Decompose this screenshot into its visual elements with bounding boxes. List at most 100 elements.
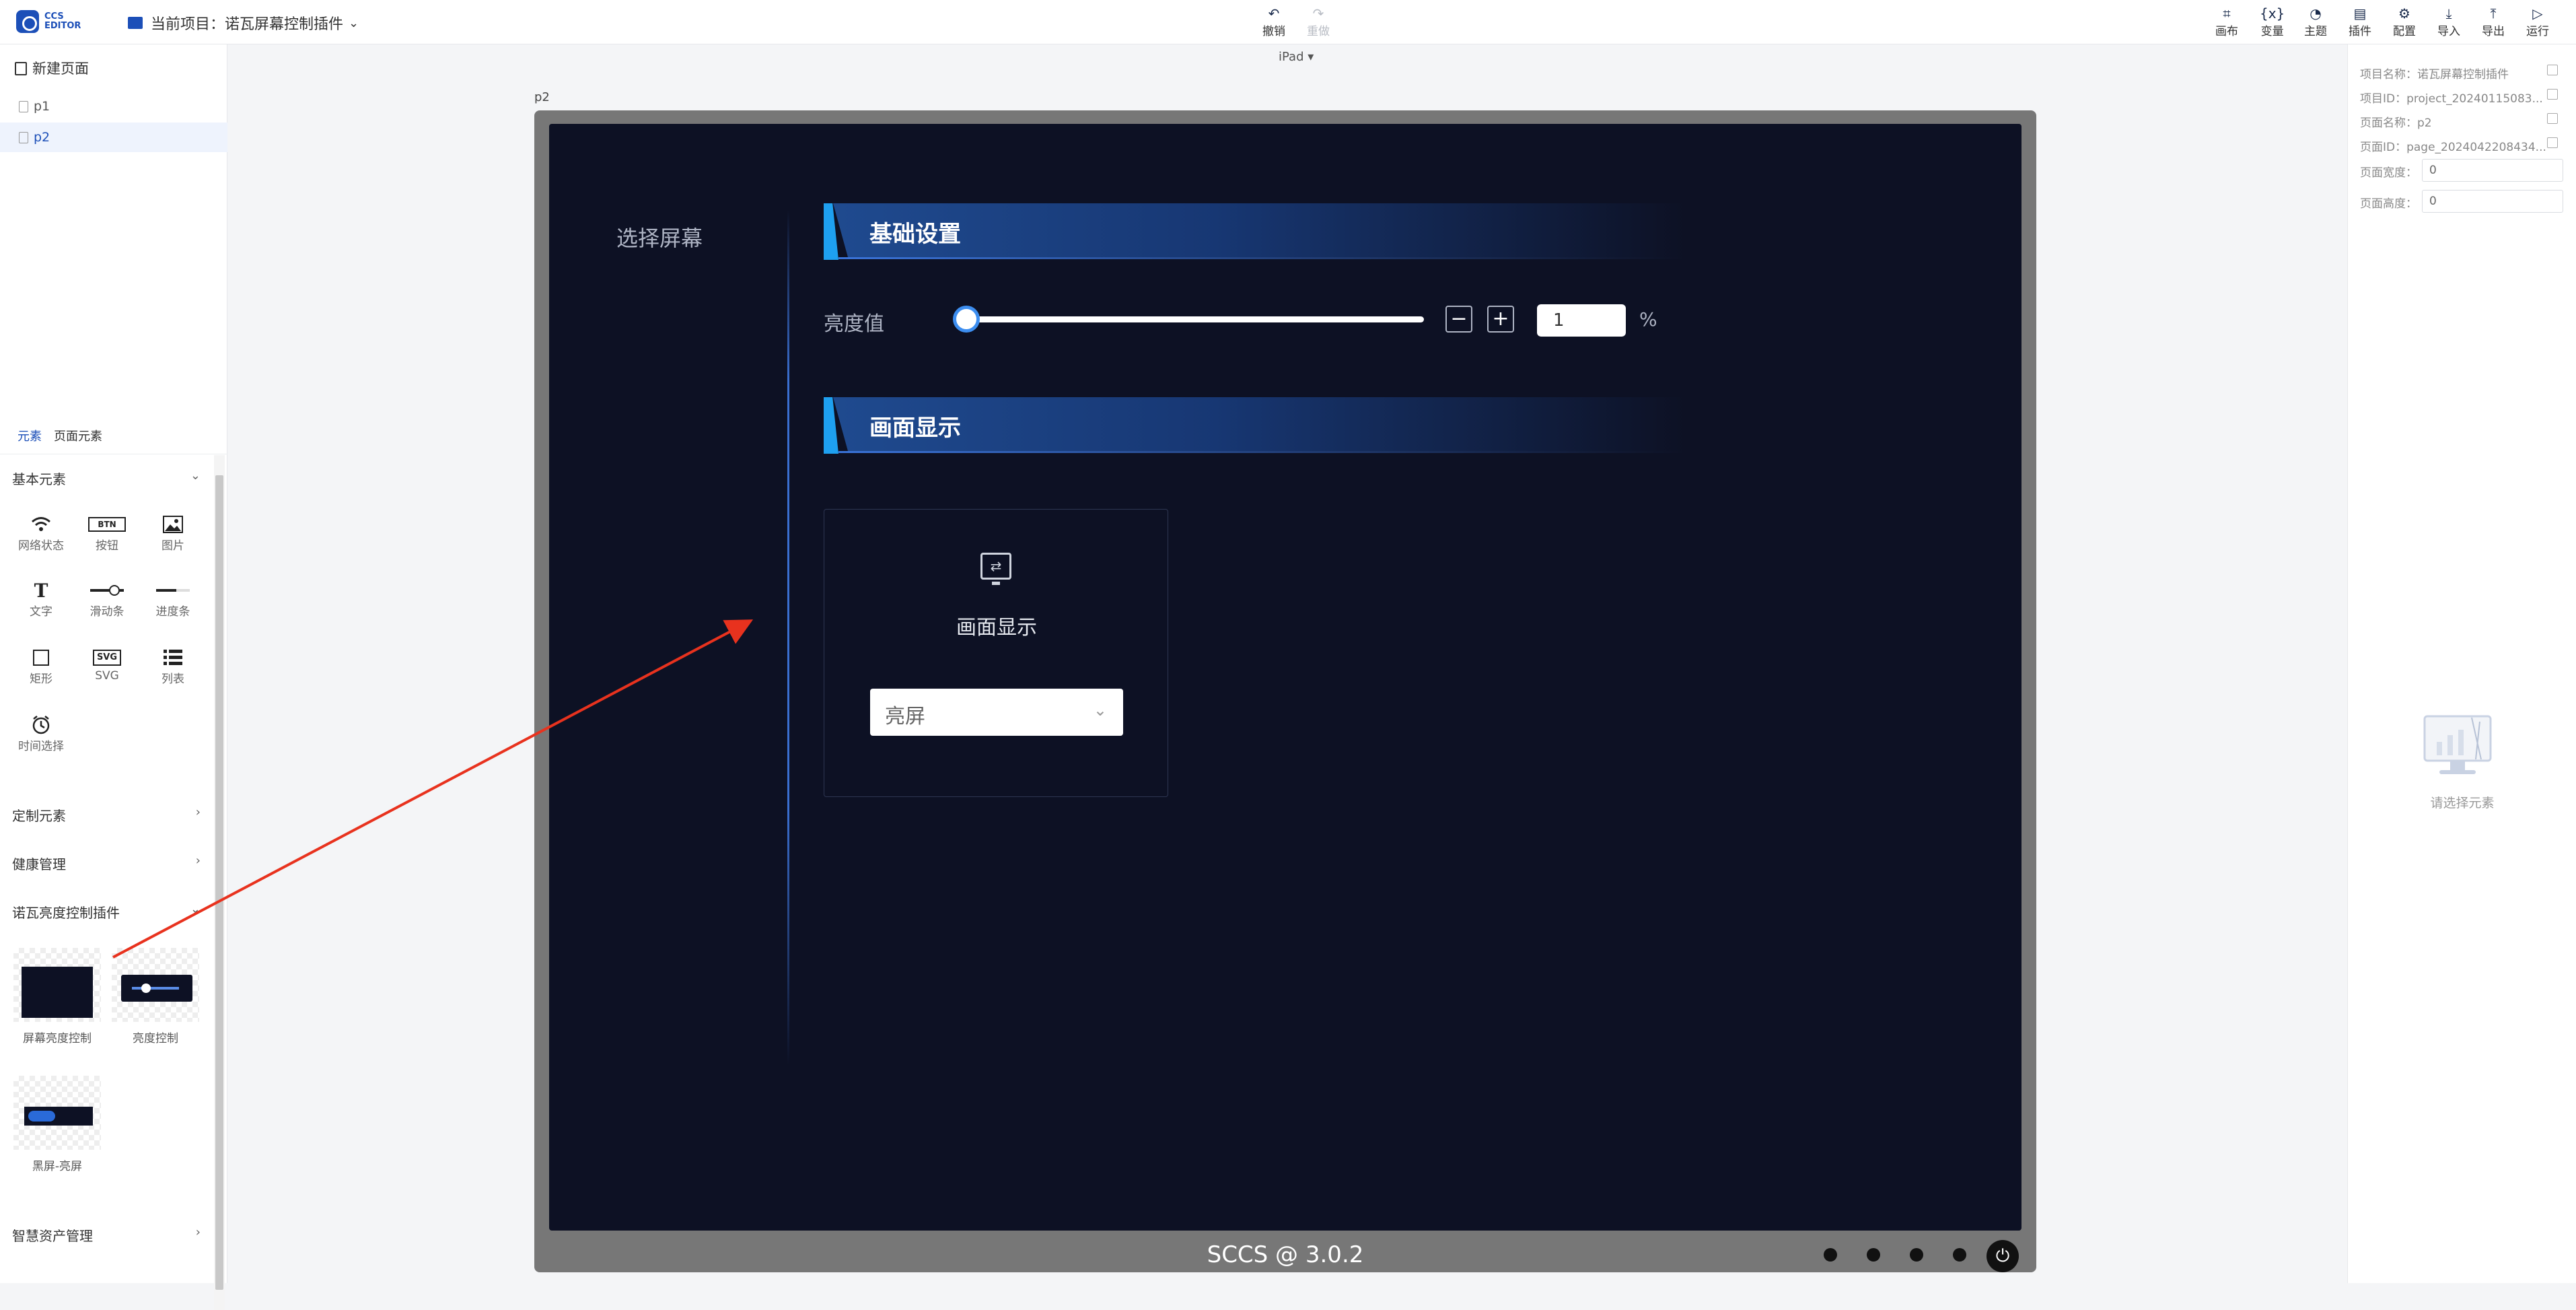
plugin-black-bright[interactable]: 黑屏-亮屏 <box>13 1076 101 1173</box>
plugin-label: 屏幕亮度控制 <box>23 1032 92 1045</box>
list-icon <box>143 646 203 669</box>
plugin-thumbnail <box>13 948 101 1022</box>
device-dot <box>1824 1248 1837 1262</box>
copy-icon[interactable] <box>2547 65 2558 75</box>
run-label: 运行 <box>2526 25 2549 38</box>
redo-button[interactable]: ↷ 重做 <box>1307 5 1330 38</box>
canvas-label: 画布 <box>2215 25 2238 38</box>
brightness-input[interactable]: 1 <box>1537 304 1626 337</box>
element-slider[interactable]: 滑动条 <box>77 579 137 619</box>
group-custom-elements[interactable]: 定制元素 › <box>12 805 201 825</box>
variables-button[interactable]: {x} 变量 <box>2260 5 2285 38</box>
empty-state-text: 请选择元素 <box>2430 796 2495 811</box>
caret-down-icon: ▾ <box>1308 50 1314 64</box>
power-icon[interactable]: ⏻ <box>1987 1240 2019 1272</box>
run-button[interactable]: ▷ 运行 <box>2526 5 2549 38</box>
element-label: SVG <box>95 669 119 683</box>
brightness-slider-track[interactable] <box>966 316 1424 322</box>
project-label: 当前项目：诺瓦屏幕控制插件 <box>151 16 344 33</box>
group-smart-assets[interactable]: 智慧资产管理 › <box>12 1225 201 1245</box>
undo-button[interactable]: ↶ 撤销 <box>1262 5 1285 38</box>
page-width-input[interactable]: 0 <box>2422 159 2563 182</box>
section-title: 画面显示 <box>869 415 961 442</box>
page-item-p2[interactable]: p2 <box>0 123 227 152</box>
chevron-down-icon: ⌄ <box>1093 701 1107 720</box>
element-label: 进度条 <box>155 605 190 619</box>
ipad-frame: 选择屏幕 基础设置 亮度值 − + 1 % 画面显示 ⇄ 画面显示 亮屏 ⌄ S… <box>534 110 2036 1272</box>
brightness-plus-button[interactable]: + <box>1487 306 1514 333</box>
page-name-prop: 页面名称：p2 <box>2360 116 2432 130</box>
palette-icon: ◔ <box>2310 5 2322 22</box>
new-page-button[interactable]: 新建页面 <box>15 58 89 78</box>
project-selector[interactable]: 当前项目：诺瓦屏幕控制插件 ⌄ <box>128 12 359 34</box>
brightness-minus-button[interactable]: − <box>1445 306 1472 333</box>
svg-glyph: SVG <box>92 650 122 666</box>
tab-page-elements[interactable]: 页面元素 <box>54 429 102 444</box>
element-label: 列表 <box>162 673 184 686</box>
tab-elements[interactable]: 元素 <box>17 429 42 444</box>
theme-button[interactable]: ◔ 主题 <box>2304 5 2327 38</box>
logo-line-2: EDITOR <box>44 21 81 31</box>
theme-label: 主题 <box>2304 25 2327 38</box>
plugins-button[interactable]: ▤ 插件 <box>2349 5 2371 38</box>
left-panel: 新建页面 p1 p2 元素 页面元素 基本元素 ⌄ 网络状态 BTN 按钮 图片 T… <box>0 44 227 1310</box>
element-progress[interactable]: 进度条 <box>143 579 203 619</box>
copy-icon[interactable] <box>2547 137 2558 148</box>
button-glyph: BTN <box>88 517 126 532</box>
undo-icon: ↶ <box>1268 5 1280 22</box>
brightness-slider-thumb[interactable] <box>953 306 980 333</box>
group-nova-plugin[interactable]: 诺瓦亮度控制插件 ⌄ <box>12 902 201 922</box>
monitor-switch-icon: ⇄ <box>980 553 1011 585</box>
plugin-brightness[interactable]: 亮度控制 <box>112 948 199 1045</box>
element-rect[interactable]: 矩形 <box>11 646 71 686</box>
new-page-icon <box>15 62 27 75</box>
plus-icon: + <box>1492 307 1509 331</box>
chevron-down-icon: ⌄ <box>349 15 359 30</box>
empty-state-illustration <box>2423 715 2492 780</box>
page-icon <box>19 101 28 112</box>
section-display: 画面显示 <box>824 397 1685 454</box>
redo-icon: ↷ <box>1312 5 1324 22</box>
page-height-input[interactable]: 0 <box>2422 190 2563 213</box>
element-label: 图片 <box>162 539 184 553</box>
element-label: 时间选择 <box>18 740 64 753</box>
import-button[interactable]: ⤓ 导入 <box>2437 5 2460 38</box>
element-network-status[interactable]: 网络状态 <box>11 513 71 553</box>
percent-unit: % <box>1639 308 1657 331</box>
app-logo[interactable]: CCS EDITOR <box>16 8 97 35</box>
element-text[interactable]: T 文字 <box>11 579 71 619</box>
group-health[interactable]: 健康管理 › <box>12 854 201 873</box>
section-underline <box>838 257 1685 259</box>
device-selector[interactable]: iPad ▾ <box>1279 50 1314 64</box>
plugin-thumbnail <box>112 948 199 1022</box>
plugin-label: 亮度控制 <box>133 1032 178 1045</box>
left-scrollbar[interactable] <box>214 455 225 1310</box>
config-button[interactable]: ⚙ 配置 <box>2393 5 2416 38</box>
version-label: SCCS @ 3.0.2 <box>1207 1241 1364 1268</box>
element-list[interactable]: 列表 <box>143 646 203 686</box>
device-label: iPad <box>1279 50 1304 64</box>
canvas-button[interactable]: ⌗ 画布 <box>2215 5 2238 38</box>
svg-icon: SVG <box>77 646 137 669</box>
group-label: 健康管理 <box>12 856 66 872</box>
scrollbar-thumb[interactable] <box>215 475 223 1290</box>
copy-icon[interactable] <box>2547 89 2558 100</box>
import-icon: ⤓ <box>2445 5 2452 22</box>
plugins-label: 插件 <box>2349 25 2371 38</box>
export-button[interactable]: ⤒ 导出 <box>2482 5 2505 38</box>
element-image[interactable]: 图片 <box>143 513 203 553</box>
plugin-icon: ▤ <box>2353 5 2367 22</box>
copy-icon[interactable] <box>2547 113 2558 124</box>
element-button[interactable]: BTN 按钮 <box>77 513 137 553</box>
element-time-picker[interactable]: 时间选择 <box>11 714 71 753</box>
select-screen-label[interactable]: 选择屏幕 <box>616 221 703 252</box>
page-label: p1 <box>34 99 50 114</box>
text-icon: T <box>34 579 48 602</box>
variables-icon: {x} <box>2260 5 2285 22</box>
page-item-p1[interactable]: p1 <box>0 92 227 121</box>
display-mode-select[interactable]: 亮屏 ⌄ <box>870 689 1123 736</box>
element-svg[interactable]: SVG SVG <box>77 646 137 683</box>
group-basic-elements[interactable]: 基本元素 ⌄ <box>12 469 201 488</box>
plugin-screen-brightness[interactable]: 屏幕亮度控制 <box>13 948 101 1045</box>
element-label: 按钮 <box>96 539 118 553</box>
